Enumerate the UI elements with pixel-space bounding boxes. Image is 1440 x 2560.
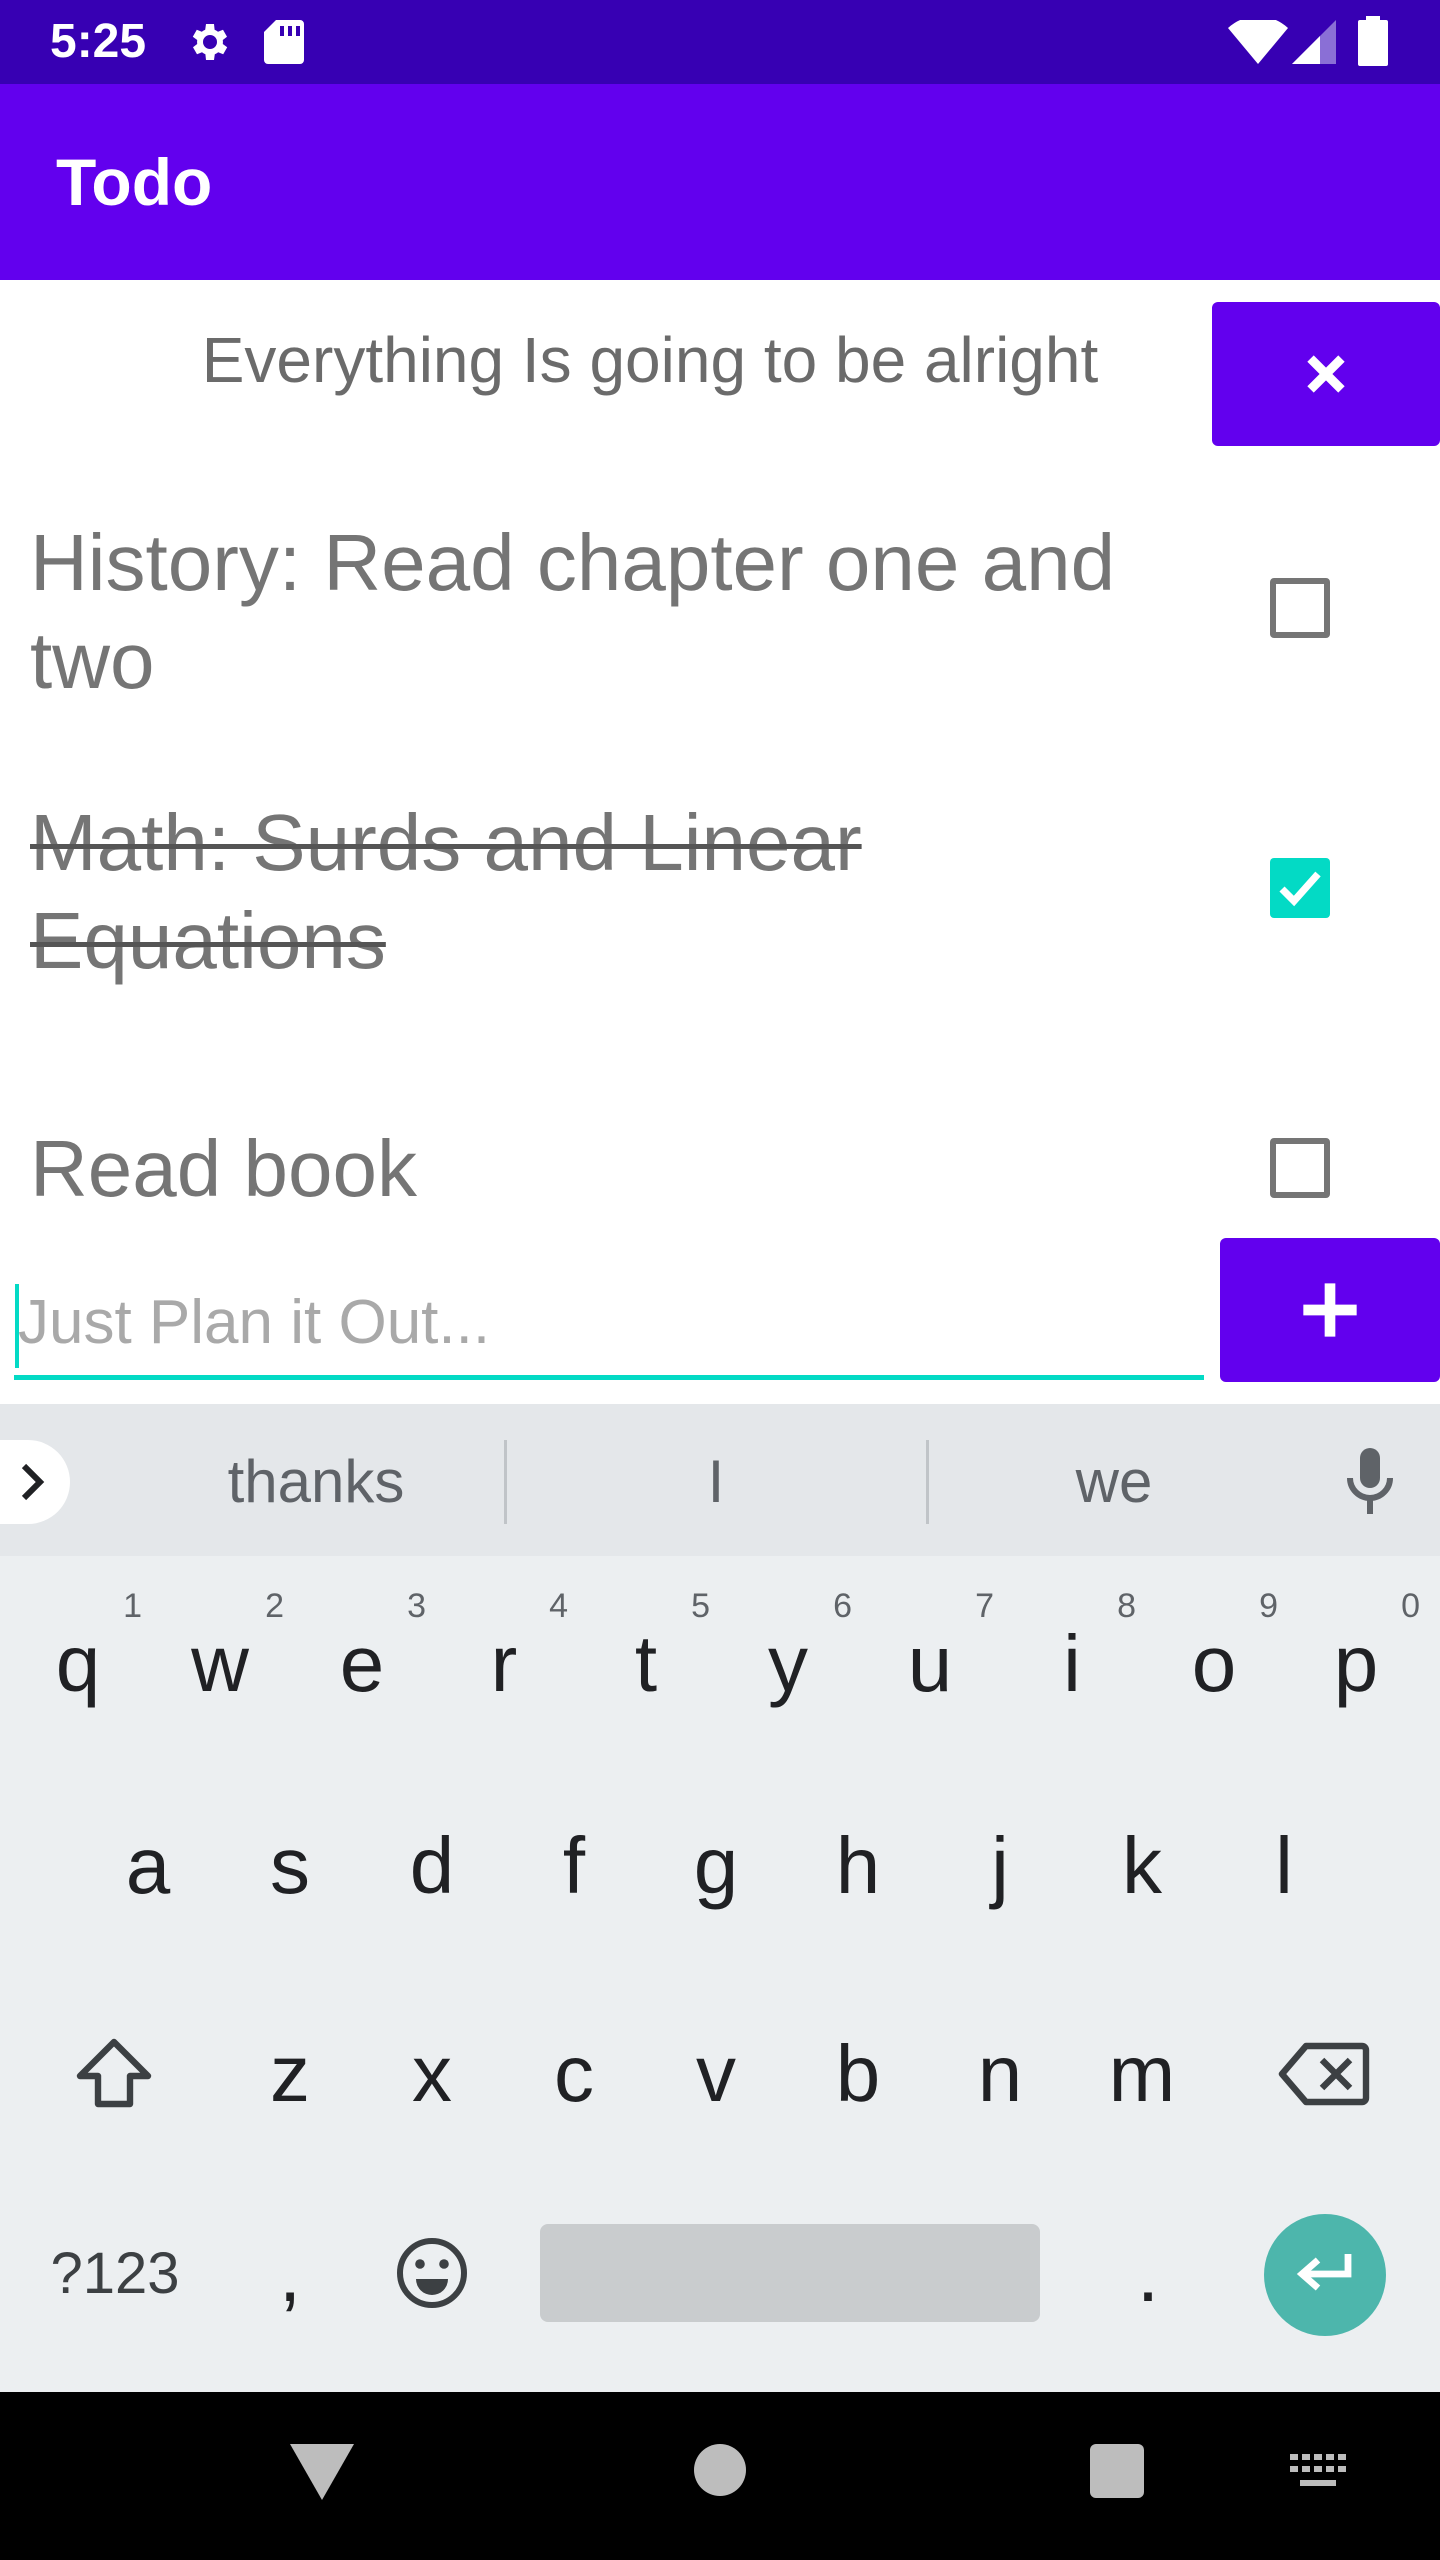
space-key[interactable] [540, 2224, 1040, 2322]
motto-text: Everything Is going to be alright [201, 324, 1099, 396]
todo-checkbox[interactable] [1270, 578, 1330, 638]
todo-item: History: Read chapter one and two [0, 510, 1440, 710]
key-a[interactable]: a [78, 1796, 218, 1936]
key-i[interactable]: i8 [1002, 1587, 1142, 1734]
shift-key[interactable] [44, 2004, 184, 2144]
key-hint: 5 [691, 1587, 710, 1625]
key-hint: 7 [975, 1587, 994, 1625]
key-label: e [339, 1619, 385, 1708]
wifi-icon [1228, 16, 1288, 69]
key-hint: 9 [1259, 1587, 1278, 1625]
key-o[interactable]: o9 [1144, 1587, 1284, 1734]
suggestion-item[interactable]: thanks [106, 1446, 526, 1518]
todo-item: Math: Surds and Linear Equations [0, 790, 1440, 990]
backspace-key[interactable] [1254, 2004, 1394, 2144]
close-icon [1307, 355, 1345, 393]
emoji-key[interactable] [362, 2204, 502, 2344]
plus-icon [1303, 1283, 1357, 1337]
recents-icon[interactable] [1090, 2444, 1144, 2498]
key-m[interactable]: m [1072, 2004, 1212, 2144]
key-h[interactable]: h [788, 1796, 928, 1936]
enter-key[interactable] [1264, 2214, 1386, 2336]
key-hint: 8 [1117, 1587, 1136, 1625]
cellular-signal-icon [1292, 20, 1336, 69]
todo-checkbox[interactable] [1270, 858, 1330, 918]
key-hint: 4 [549, 1587, 568, 1625]
emoji-icon [397, 2238, 467, 2308]
key-c[interactable]: c [504, 2004, 644, 2144]
backspace-icon [1278, 2042, 1370, 2106]
settings-icon [184, 18, 232, 71]
shift-icon [76, 2038, 152, 2108]
key-f[interactable]: f [504, 1796, 644, 1936]
app-title: Todo [56, 145, 213, 219]
key-w[interactable]: w2 [150, 1587, 290, 1734]
key-q[interactable]: q1 [8, 1587, 148, 1734]
todo-item: Read book [0, 1120, 1440, 1230]
key-label: t [634, 1619, 658, 1708]
clear-button[interactable] [1212, 302, 1440, 446]
home-icon[interactable] [694, 2444, 746, 2496]
key-hint: 6 [833, 1587, 852, 1625]
key-s[interactable]: s [220, 1796, 360, 1936]
microphone-icon[interactable] [1344, 1448, 1396, 1521]
key-label: p [1333, 1619, 1379, 1708]
expand-suggestions-button[interactable] [0, 1440, 70, 1524]
enter-icon [1296, 2254, 1352, 2291]
key-e[interactable]: e3 [292, 1587, 432, 1734]
key-b[interactable]: b [788, 2004, 928, 2144]
key-label: i [1063, 1619, 1081, 1708]
suggestion-bar: thanks I we [0, 1404, 1440, 1556]
text-cursor [15, 1284, 19, 1368]
key-v[interactable]: v [646, 2004, 786, 2144]
key-p[interactable]: p0 [1286, 1587, 1426, 1734]
key-hint: 2 [265, 1587, 284, 1625]
key-n[interactable]: n [930, 2004, 1070, 2144]
keyboard-switch-icon[interactable] [1290, 2454, 1346, 2490]
battery-icon [1358, 16, 1388, 71]
key-hint: 1 [123, 1587, 142, 1625]
todo-text: Read book [30, 1124, 417, 1213]
check-icon [1279, 871, 1321, 907]
period-key[interactable]: . [1078, 2204, 1218, 2344]
chevron-right-icon [21, 1463, 45, 1501]
status-bar: 5:25 [0, 0, 1440, 84]
todo-text: Math: Surds and Linear Equations [30, 798, 862, 985]
key-label: r [490, 1619, 518, 1708]
comma-key[interactable]: , [220, 2204, 360, 2344]
key-hint: 0 [1401, 1587, 1420, 1625]
key-d[interactable]: d [362, 1796, 502, 1936]
todo-text: History: Read chapter one and two [30, 518, 1116, 705]
key-j[interactable]: j [930, 1796, 1070, 1936]
key-label: y [768, 1619, 808, 1708]
symbols-key[interactable]: ?123 [30, 2234, 200, 2314]
key-hint: 3 [407, 1587, 426, 1625]
key-l[interactable]: l [1214, 1796, 1354, 1936]
status-time: 5:25 [50, 15, 147, 68]
key-t[interactable]: t5 [576, 1587, 716, 1734]
soft-keyboard: thanks I we q1 w2 e3 r4 t5 y6 u7 i8 o9 p… [0, 1404, 1440, 2392]
key-label: u [907, 1619, 953, 1708]
suggestion-item[interactable]: I [506, 1446, 926, 1518]
app-bar: Todo [0, 84, 1440, 280]
suggestion-item[interactable]: we [904, 1446, 1324, 1518]
key-r[interactable]: r4 [434, 1587, 574, 1734]
key-u[interactable]: u7 [860, 1587, 1000, 1734]
todo-input[interactable] [14, 1270, 1204, 1380]
navigation-bar [0, 2392, 1440, 2560]
add-todo-button[interactable] [1220, 1238, 1440, 1382]
key-g[interactable]: g [646, 1796, 786, 1936]
sd-card-icon [262, 18, 306, 71]
key-y[interactable]: y6 [718, 1587, 858, 1734]
key-k[interactable]: k [1072, 1796, 1212, 1936]
todo-checkbox[interactable] [1270, 1138, 1330, 1198]
key-label: q [55, 1619, 101, 1708]
back-icon[interactable] [290, 2444, 354, 2500]
key-x[interactable]: x [362, 2004, 502, 2144]
key-label: w [191, 1619, 249, 1708]
key-z[interactable]: z [220, 2004, 360, 2144]
key-label: o [1191, 1619, 1237, 1708]
